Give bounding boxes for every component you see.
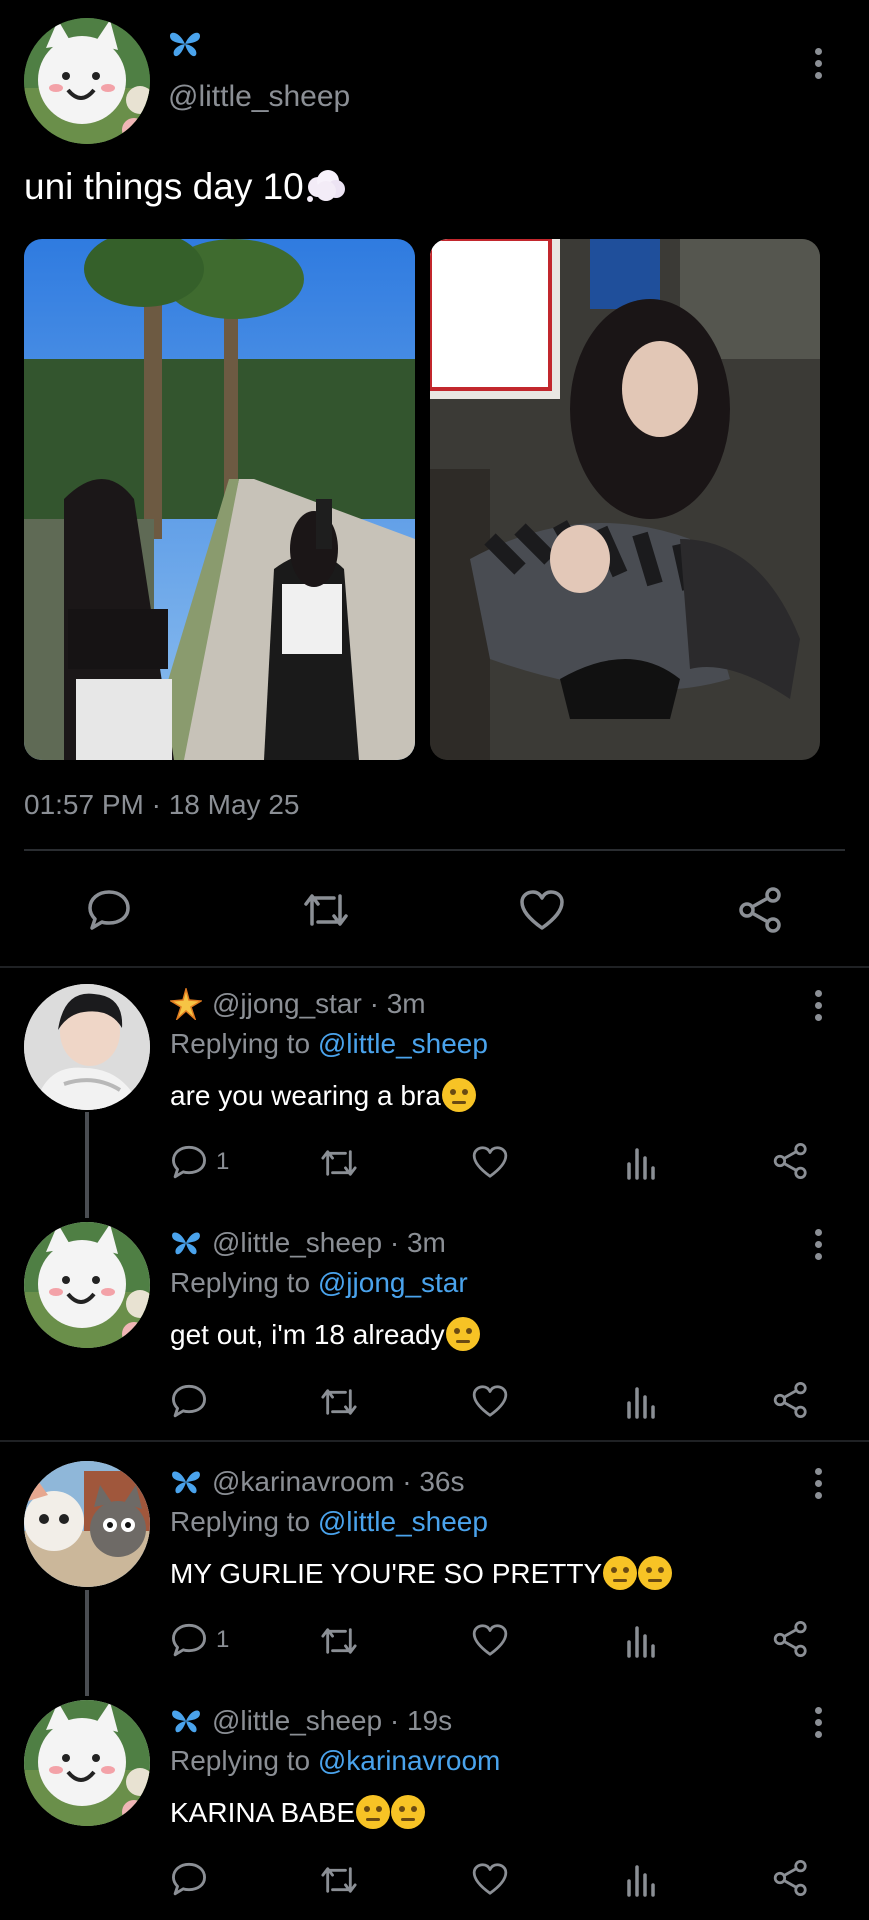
reply-count: 1 <box>216 1148 230 1175</box>
repost-icon[interactable] <box>318 1385 360 1419</box>
views-icon[interactable] <box>625 1383 659 1419</box>
post-text-content: uni things day 10 <box>24 166 304 207</box>
reply-text: KARINA BABE <box>170 1795 426 1829</box>
reply-text-content: MY GURLIE YOU'RE SO PRETTY <box>170 1558 603 1589</box>
reply-icon[interactable] <box>86 888 132 932</box>
more-options-icon[interactable] <box>808 1229 828 1265</box>
reply-icon[interactable] <box>170 1383 208 1419</box>
reply-handle[interactable]: @jjong_star · 3m <box>212 988 426 1020</box>
reply-icon[interactable] <box>170 1144 208 1180</box>
replying-to-label: Replying to <box>170 1745 311 1776</box>
avatar[interactable] <box>24 1461 150 1587</box>
post-photo-1[interactable] <box>24 239 415 760</box>
reply-icon[interactable] <box>170 1622 208 1658</box>
more-options-icon[interactable] <box>808 1468 828 1504</box>
share-icon[interactable] <box>737 886 785 934</box>
views-icon[interactable] <box>625 1622 659 1658</box>
reply-text: get out, i'm 18 already <box>170 1317 480 1351</box>
unamused-emoji-icon <box>445 1317 480 1351</box>
more-options-icon[interactable] <box>808 1707 828 1743</box>
repost-icon[interactable] <box>300 890 352 930</box>
kissing-emoji-icon <box>603 1556 638 1590</box>
replying-to-label: Replying to <box>170 1267 311 1298</box>
post-handle[interactable]: @little_sheep <box>168 80 350 114</box>
reply-text: are you wearing a bra <box>170 1078 476 1112</box>
replying-to-link[interactable]: @karinavroom <box>318 1745 500 1776</box>
cloud-emoji-icon <box>306 170 345 202</box>
share-icon[interactable] <box>772 1620 810 1658</box>
divider <box>0 966 869 968</box>
butterfly-icon <box>172 1232 200 1255</box>
reply-count: 1 <box>216 1626 230 1653</box>
divider <box>24 849 845 851</box>
more-options-icon[interactable] <box>808 48 828 84</box>
reply-text-content: are you wearing a bra <box>170 1080 441 1111</box>
like-icon[interactable] <box>471 1144 509 1180</box>
avatar[interactable] <box>24 984 150 1110</box>
like-icon[interactable] <box>471 1622 509 1658</box>
replying-to-link[interactable]: @little_sheep <box>318 1028 488 1059</box>
reply-text: MY GURLIE YOU'RE SO PRETTY <box>170 1556 673 1590</box>
avatar[interactable] <box>24 18 150 144</box>
more-options-icon[interactable] <box>808 990 828 1026</box>
repost-icon[interactable] <box>318 1863 360 1897</box>
like-icon[interactable] <box>518 888 566 932</box>
replying-to-label: Replying to <box>170 1028 311 1059</box>
share-icon[interactable] <box>772 1142 810 1180</box>
hand-over-mouth-emoji-icon <box>356 1795 391 1829</box>
replying-to-link[interactable]: @jjong_star <box>318 1267 468 1298</box>
replying-to-link[interactable]: @little_sheep <box>318 1506 488 1537</box>
replying-to: Replying to @little_sheep <box>170 1028 488 1060</box>
replying-to: Replying to @little_sheep <box>170 1506 488 1538</box>
like-icon[interactable] <box>471 1383 509 1419</box>
divider <box>0 1440 869 1442</box>
replying-to: Replying to @karinavroom <box>170 1745 500 1777</box>
post-photo-2[interactable] <box>430 239 820 760</box>
raised-eyebrow-emoji-icon <box>441 1078 476 1112</box>
avatar[interactable] <box>24 1700 150 1826</box>
post-timestamp: 01:57 PM · 18 May 25 <box>24 789 300 820</box>
replying-to-label: Replying to <box>170 1506 311 1537</box>
replying-to: Replying to @jjong_star <box>170 1267 468 1299</box>
reply-icon[interactable] <box>170 1861 208 1897</box>
share-icon[interactable] <box>772 1859 810 1897</box>
thread-line <box>85 1590 89 1696</box>
avatar[interactable] <box>24 1222 150 1348</box>
reply-handle[interactable]: @karinavroom · 36s <box>212 1466 465 1498</box>
thread-line <box>85 1112 89 1218</box>
hand-over-mouth-emoji-icon <box>391 1795 426 1829</box>
star-icon <box>170 988 202 1020</box>
reply-handle[interactable]: @little_sheep · 3m <box>212 1227 446 1259</box>
share-icon[interactable] <box>772 1381 810 1419</box>
butterfly-icon <box>172 1471 200 1494</box>
post-text: uni things day 10 <box>24 166 348 208</box>
repost-icon[interactable] <box>318 1146 360 1180</box>
reply-handle[interactable]: @little_sheep · 19s <box>212 1705 452 1737</box>
kissing-emoji-icon <box>638 1556 673 1590</box>
reply-text-content: get out, i'm 18 already <box>170 1319 445 1350</box>
views-icon[interactable] <box>625 1144 659 1180</box>
views-icon[interactable] <box>625 1861 659 1897</box>
repost-icon[interactable] <box>318 1624 360 1658</box>
reply-text-content: KARINA BABE <box>170 1797 356 1828</box>
butterfly-icon <box>170 32 200 57</box>
butterfly-icon <box>172 1710 200 1733</box>
like-icon[interactable] <box>471 1861 509 1897</box>
